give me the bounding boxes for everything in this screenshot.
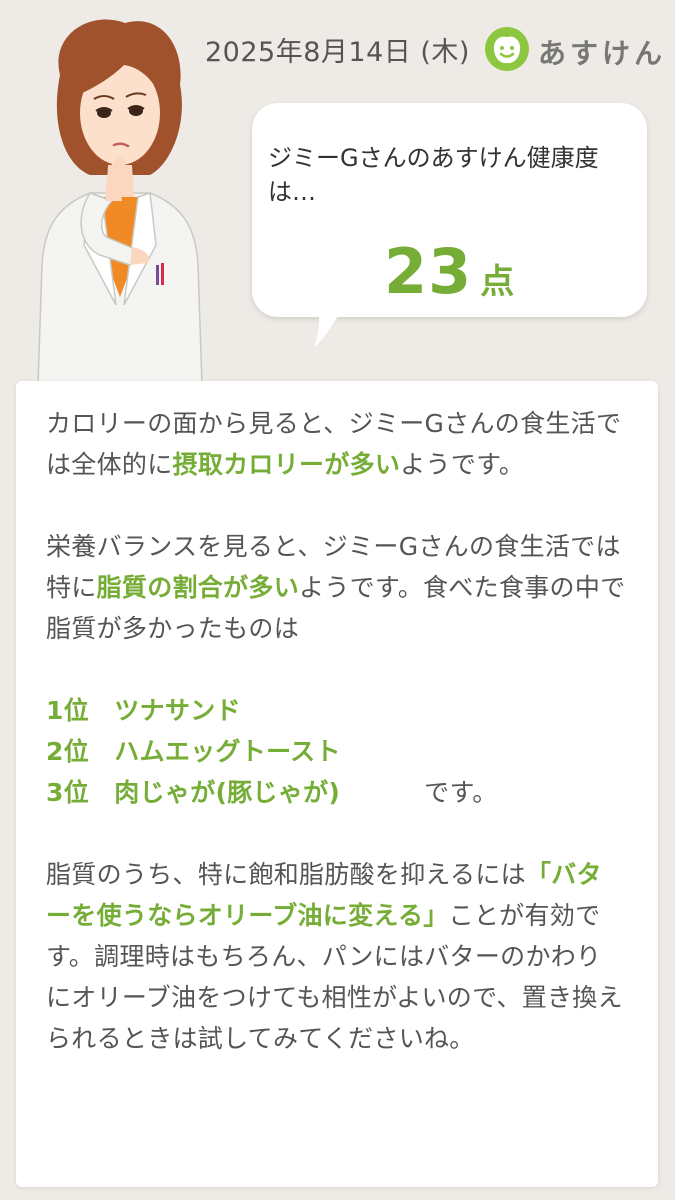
ranking-paragraph: 1位 ツナサンド 2位 ハムエッグトースト 3位 肉じゃが(豚じゃが) です。 [46,690,626,813]
calorie-paragraph: カロリーの面から見ると、ジミーGさんの食生活では全体的に摂取カロリーが多いようで… [46,403,626,485]
calorie-text-end: ようです。 [400,450,525,479]
nutrition-paragraph: 栄養バランスを見ると、ジミーGさんの食生活では特に脂質の割合が多いようです。食べ… [46,526,626,649]
doctor-illustration [37,19,203,385]
brand: あすけん [478,22,668,80]
rank-3: 3位 肉じゃが(豚じゃが) [46,778,341,807]
ranking-text-end: です。 [424,778,498,807]
report-date: 2025年8月14日 (木) [205,37,470,68]
rank-1: 1位 ツナサンド [46,696,241,725]
apple-face-icon [485,27,529,71]
advice-text-start: 脂質のうち、特に飽和脂肪酸を抑えるには [46,860,526,889]
health-score: 23 点 [384,235,514,308]
advice-card: カロリーの面から見ると、ジミーGさんの食生活では全体的に摂取カロリーが多いようで… [16,381,658,1187]
brand-name: あすけん [538,37,667,70]
advice-paragraph: 脂質のうち、特に飽和脂肪酸を抑えるには「バターを使うならオリーブ油に変える」こと… [46,854,626,1059]
rank-2: 2位 ハムエッグトースト [46,737,341,766]
nutrition-highlight: 脂質の割合が多い [96,573,300,602]
bubble-tail [314,306,344,348]
score-bubble: ジミーGさんのあすけん健康度は… 23 点 [252,103,647,317]
calorie-highlight: 摂取カロリーが多い [172,450,401,479]
health-score-value: 23 [384,235,473,308]
advice-text: カロリーの面から見ると、ジミーGさんの食生活では全体的に摂取カロリーが多いようで… [46,403,626,1100]
health-score-unit: 点 [480,262,515,302]
health-score-question: ジミーGさんのあすけん健康度は… [268,144,599,206]
